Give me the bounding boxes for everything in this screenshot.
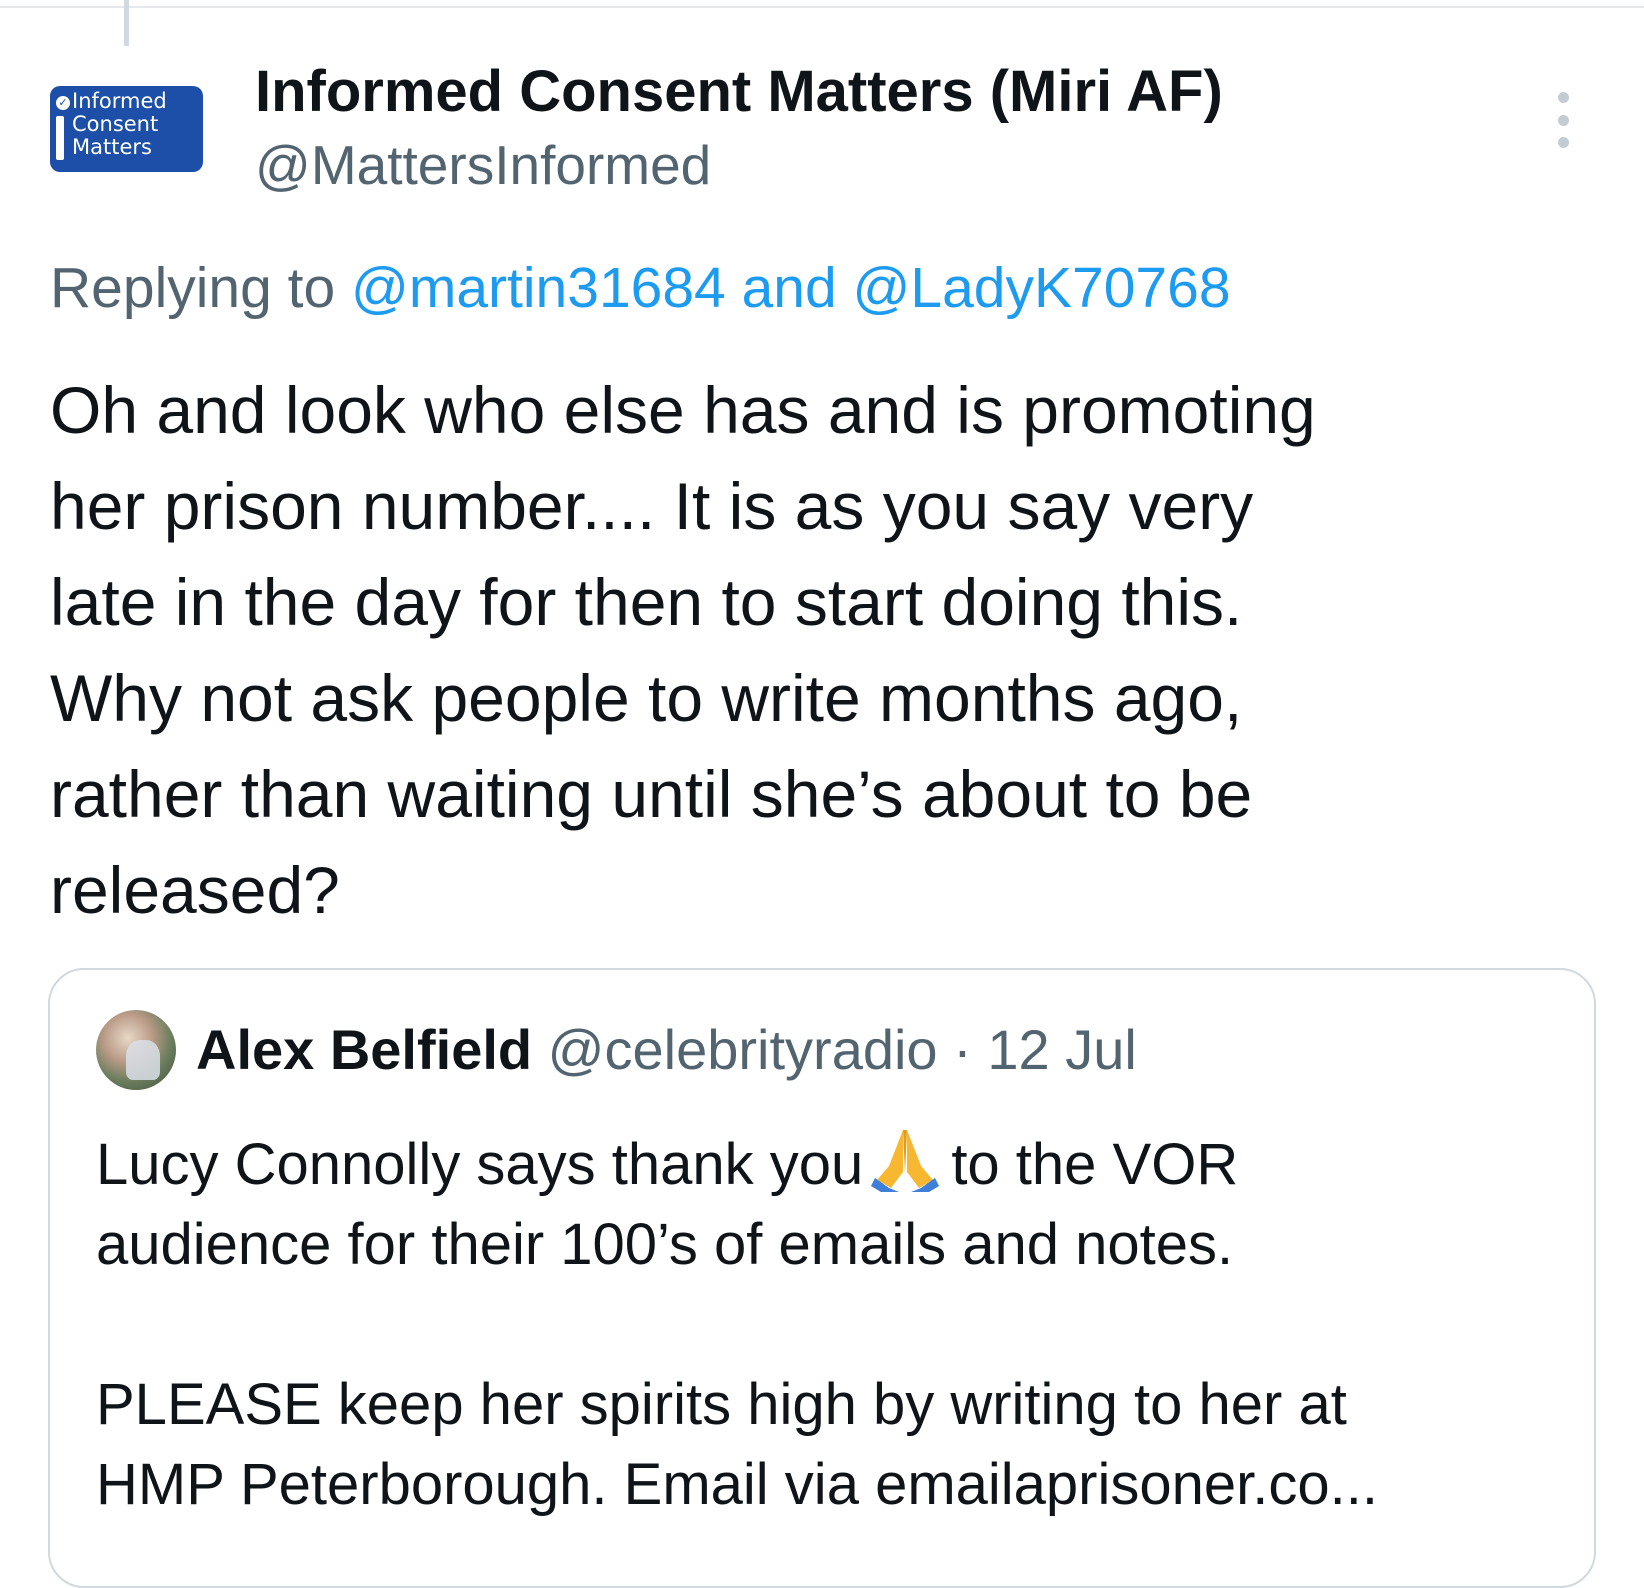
tweet-text-line: Why not ask people to write months ago, [50, 661, 1243, 735]
quoted-text-line: Lucy Connolly says thank you to the VOR [96, 1122, 1566, 1205]
tweet-text-line: Oh and look who else has and is promotin… [50, 373, 1316, 447]
quoted-text-line: HMP Peterborough. Email via emailaprison… [96, 1452, 1378, 1517]
quoted-text-segment: Lucy Connolly says thank you [96, 1132, 864, 1197]
quoted-text-line [96, 1285, 1566, 1365]
check-icon: ✓ [56, 96, 70, 110]
more-vertical-icon[interactable] [1553, 92, 1573, 148]
quoted-text-segment: to the VOR [951, 1132, 1239, 1197]
reply-mention-link[interactable]: @LadyK70768 [853, 256, 1231, 320]
tweet-text-line: her prison number.... It is as you say v… [50, 469, 1254, 543]
logo-text-line-3: Matters [72, 135, 152, 159]
tweet-text-line: rather than waiting until she’s about to… [50, 757, 1253, 831]
more-dot [1557, 137, 1569, 148]
logo-text-line-2: Consent [72, 112, 159, 136]
replying-to-line: Replying to @martin31684 and @LadyK70768 [50, 252, 1231, 324]
quoted-text-line: audience for their 100’s of emails and n… [96, 1212, 1234, 1277]
tweet-text: Oh and look who else has and is promotin… [50, 362, 1610, 938]
quoted-date[interactable]: 12 Jul [987, 1018, 1136, 1081]
tweet-text-line: released? [50, 853, 340, 927]
folded-hands-icon [871, 1130, 940, 1192]
author-handle[interactable]: @MattersInformed [255, 130, 711, 200]
top-divider [0, 6, 1644, 8]
replying-prefix: Replying to [50, 256, 352, 320]
quoted-author-avatar[interactable] [96, 1010, 176, 1090]
reply-conjunction-link[interactable]: and [726, 256, 853, 320]
more-dot [1557, 114, 1569, 126]
logo-bar [56, 116, 64, 160]
thread-connector-line [124, 0, 129, 46]
logo-text-line-1: Informed [72, 89, 167, 113]
quoted-tweet-header: Alex Belfield @celebrityradio · 12 Jul [196, 1014, 1137, 1086]
tweet-text-line: late in the day for then to start doing … [50, 565, 1243, 639]
reply-mention-link[interactable]: @martin31684 [351, 256, 726, 320]
quoted-author-handle[interactable]: @celebrityradio [548, 1018, 938, 1081]
author-display-name[interactable]: Informed Consent Matters (Miri AF) [255, 56, 1223, 128]
quoted-author-name[interactable]: Alex Belfield [196, 1018, 532, 1081]
author-avatar[interactable]: ✓ Informed Consent Matters [50, 86, 203, 172]
quoted-text-line: PLEASE keep her spirits high by writing … [96, 1372, 1347, 1437]
more-dot [1557, 92, 1569, 103]
quoted-tweet-text: Lucy Connolly says thank you to the VOR … [96, 1122, 1566, 1525]
quoted-separator: · [937, 1018, 988, 1081]
